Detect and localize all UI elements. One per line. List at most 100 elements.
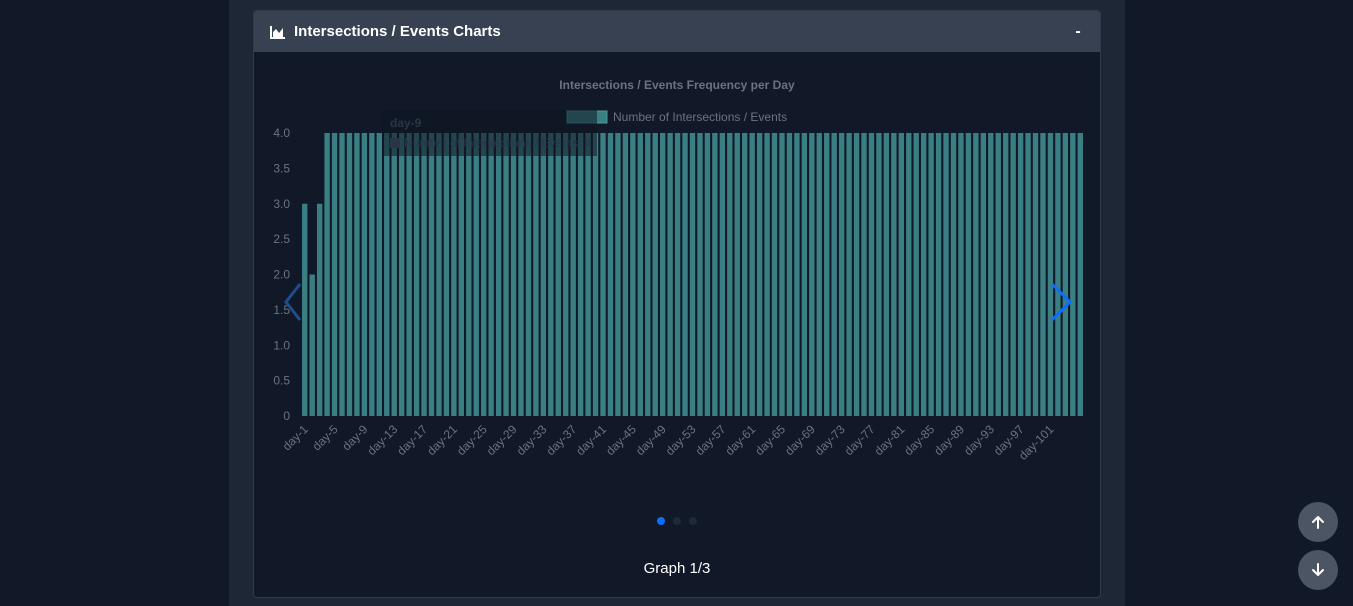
bar — [577, 133, 584, 416]
bar — [794, 133, 800, 416]
x-tick-label: day-61 — [722, 422, 758, 458]
bar — [555, 133, 561, 416]
bar — [1055, 133, 1061, 416]
bar — [563, 133, 569, 416]
bar — [406, 133, 412, 416]
bar — [473, 133, 479, 416]
bar — [838, 133, 845, 416]
bar — [898, 133, 904, 416]
bar — [689, 133, 696, 416]
scroll-down-button[interactable] — [1298, 550, 1338, 590]
bar — [466, 133, 472, 416]
bar — [339, 133, 345, 416]
bar — [1010, 133, 1016, 416]
bar — [958, 133, 964, 416]
bar — [831, 133, 837, 416]
bar — [801, 133, 808, 416]
bar — [503, 133, 509, 416]
bar — [324, 133, 330, 416]
scroll-up-button[interactable] — [1298, 502, 1338, 542]
bar — [533, 133, 539, 416]
x-tick-label: day-1 — [280, 422, 311, 453]
bar — [443, 133, 450, 416]
bar — [652, 133, 658, 416]
bar — [384, 133, 390, 416]
bar — [540, 133, 547, 416]
y-tick-label: 4.0 — [273, 126, 290, 140]
x-tick-label: day-13 — [364, 422, 400, 458]
bar — [853, 133, 860, 416]
bar — [436, 133, 442, 416]
y-tick-label: 0 — [283, 409, 290, 423]
bar — [816, 133, 822, 416]
bar — [727, 133, 733, 416]
y-tick-label: 2.5 — [273, 232, 290, 246]
carousel-dot-1[interactable] — [657, 517, 665, 525]
bar — [779, 133, 785, 416]
x-tick-label: day-65 — [752, 422, 788, 458]
card-header[interactable]: Intersections / Events Charts - — [254, 11, 1100, 52]
carousel-dot-2[interactable] — [673, 517, 681, 525]
bar — [421, 133, 427, 416]
bar — [1040, 133, 1046, 416]
bar — [928, 133, 934, 416]
x-tick-label: day-53 — [663, 422, 699, 458]
x-tick-label: day-21 — [424, 422, 460, 458]
bar — [630, 133, 636, 416]
bar — [906, 133, 912, 416]
bar — [1032, 133, 1039, 416]
carousel-dot-3[interactable] — [689, 517, 697, 525]
bar — [1070, 133, 1076, 416]
bar — [1062, 133, 1069, 416]
bar — [451, 133, 457, 416]
x-tick-label: day-73 — [812, 422, 848, 458]
bar — [600, 133, 606, 416]
carousel-indicators — [254, 517, 1100, 525]
bar — [592, 133, 599, 416]
bar — [481, 133, 487, 416]
bar — [935, 133, 942, 416]
x-tick-label: day-57 — [693, 422, 729, 458]
bar — [973, 133, 979, 416]
card-title: Intersections / Events Charts — [294, 23, 501, 40]
bar — [495, 133, 502, 416]
bar — [868, 133, 875, 416]
charts-card: Intersections / Events Charts - Intersec… — [253, 10, 1101, 598]
bar — [518, 133, 524, 416]
bar — [682, 133, 688, 416]
bar — [980, 133, 987, 416]
arrow-down-icon — [1312, 563, 1324, 576]
bar — [316, 203, 323, 416]
bar — [637, 133, 643, 416]
bar — [458, 133, 465, 416]
chart-title: Intersections / Events Frequency per Day — [559, 78, 795, 92]
bar — [510, 133, 517, 416]
x-tick-label: day-5 — [310, 422, 341, 453]
x-tick-label: day-49 — [633, 422, 669, 458]
bar — [861, 133, 867, 416]
tooltip-swatch — [390, 138, 400, 148]
bar — [965, 133, 972, 416]
bar — [354, 133, 360, 416]
x-tick-label: day-89 — [931, 422, 967, 458]
y-tick-label: 3.0 — [273, 197, 290, 211]
bar — [704, 133, 711, 416]
x-tick-label: day-37 — [543, 422, 579, 458]
bar — [413, 133, 420, 416]
bar — [943, 133, 949, 416]
collapse-button[interactable]: - — [1072, 23, 1084, 41]
y-tick-label: 1.0 — [273, 338, 290, 352]
bar — [891, 133, 897, 416]
bar — [883, 133, 890, 416]
carousel-caption: Graph 1/3 — [643, 560, 711, 577]
bar — [756, 133, 763, 416]
x-tick-label: day-85 — [901, 422, 937, 458]
x-tick-label: day-17 — [394, 422, 430, 458]
bar — [742, 133, 748, 416]
bar — [674, 133, 681, 416]
bar — [488, 133, 494, 416]
x-tick-label: day-29 — [484, 422, 520, 458]
bar — [988, 133, 994, 416]
y-tick-label: 0.5 — [273, 374, 290, 388]
bar — [1025, 133, 1031, 416]
